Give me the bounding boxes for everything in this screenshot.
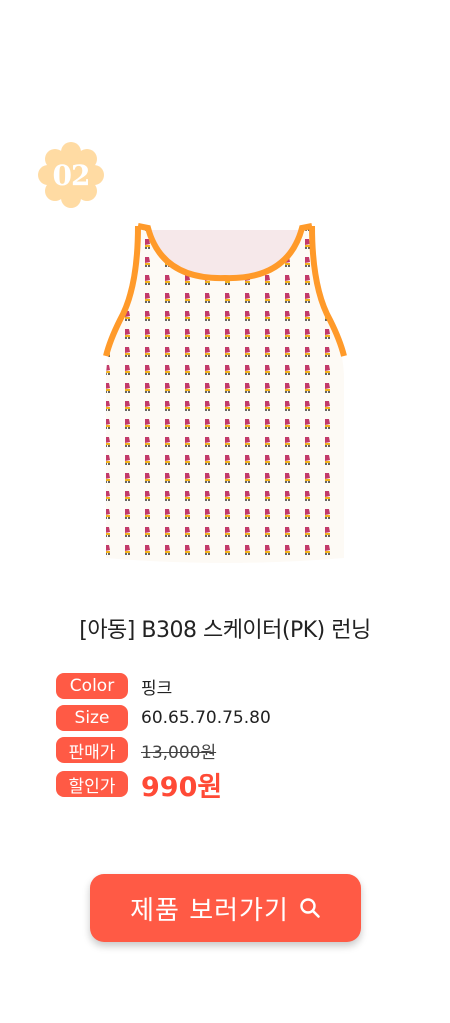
original-price: 13,000원	[141, 742, 217, 763]
number-badge: 02	[36, 140, 106, 210]
tank-top-image	[100, 218, 350, 568]
size-label: Size	[56, 705, 128, 731]
badge-number: 02	[52, 158, 91, 192]
sale-row: 할인가 990원	[56, 766, 416, 803]
view-product-button[interactable]: 제품 보러가기	[90, 874, 361, 942]
color-label: Color	[56, 673, 128, 699]
view-product-label: 제품 보러가기	[130, 895, 289, 926]
size-row: Size 60.65.70.75.80	[56, 702, 416, 734]
product-info: Color 핑크 Size 60.65.70.75.80 판매가 13,000원…	[56, 670, 416, 803]
sale-price: 990원	[141, 771, 223, 803]
color-value: 핑크	[141, 678, 173, 699]
size-value: 60.65.70.75.80	[141, 708, 271, 728]
search-icon	[299, 897, 321, 919]
price-label: 판매가	[56, 737, 128, 763]
sale-label: 할인가	[56, 771, 128, 797]
product-title: [아동] B308 스케이터(PK) 런닝	[79, 618, 371, 643]
price-row: 판매가 13,000원	[56, 734, 416, 766]
color-row: Color 핑크	[56, 670, 416, 702]
